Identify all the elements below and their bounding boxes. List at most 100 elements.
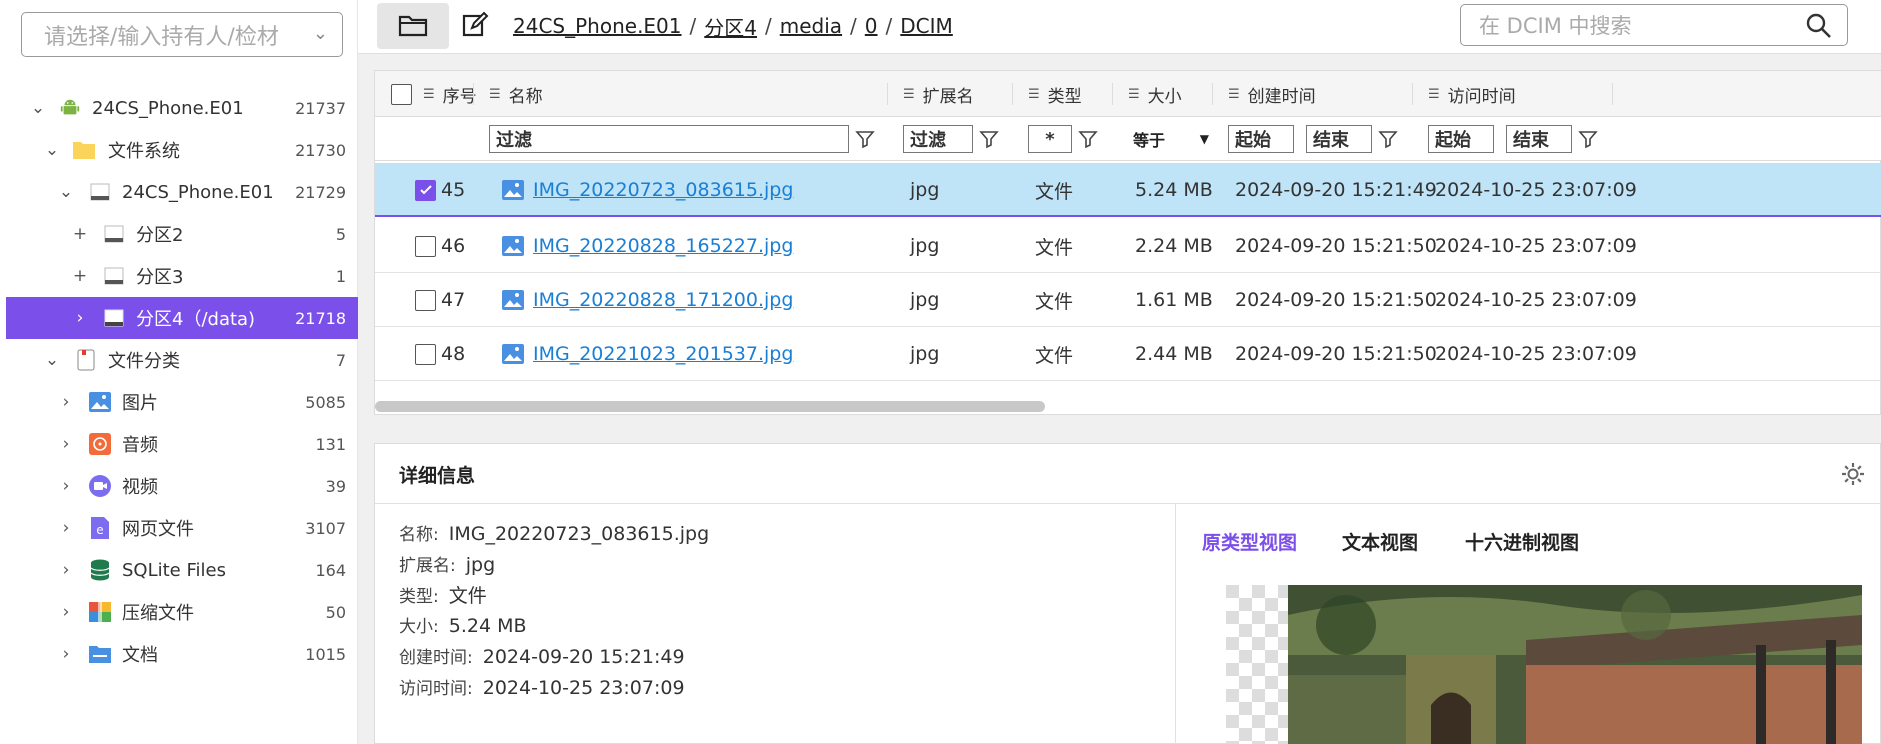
- plus-icon[interactable]: +: [70, 266, 90, 286]
- breadcrumb-item[interactable]: media: [780, 14, 842, 38]
- table-row[interactable]: 48 IMG_20221023_201537.jpg jpg 文件 2.44 M…: [375, 327, 1881, 381]
- edit-icon[interactable]: [461, 11, 489, 39]
- column-menu-icon: ☰: [1128, 86, 1140, 102]
- column-name[interactable]: ☰ 名称: [489, 71, 543, 117]
- search-input[interactable]: 在 DCIM 中搜索: [1460, 4, 1848, 46]
- column-divider: [1612, 83, 1613, 105]
- chevron-down-icon[interactable]: ⌄: [56, 182, 76, 202]
- column-label: 扩展名: [922, 86, 974, 107]
- column-label: 序号: [442, 86, 477, 107]
- tab-text-view[interactable]: 文本视图: [1342, 528, 1418, 555]
- folder-icon: [72, 138, 96, 162]
- owner-select-placeholder: 请选择/输入持有人/检材: [44, 24, 279, 50]
- tree-item-images[interactable]: › 图片 5085: [6, 381, 358, 423]
- file-name-link[interactable]: IMG_20221023_201537.jpg: [533, 327, 793, 381]
- row-checkbox[interactable]: [415, 343, 436, 365]
- row-type: 文件: [1035, 236, 1074, 259]
- accessed-start-input[interactable]: 起始: [1428, 125, 1494, 153]
- breadcrumb-item[interactable]: 24CS_Phone.E01: [513, 14, 682, 38]
- filter-icon[interactable]: [1578, 129, 1598, 149]
- panel-divider: [1175, 504, 1176, 744]
- column-index[interactable]: ☰ 序号: [423, 71, 477, 117]
- search-icon[interactable]: [1805, 12, 1833, 40]
- select-all-checkbox[interactable]: [391, 71, 412, 117]
- created-start-input[interactable]: 起始: [1228, 125, 1294, 153]
- plus-icon[interactable]: +: [70, 224, 90, 244]
- tree-item-audio[interactable]: › 音频 131: [6, 423, 358, 465]
- tree-item-label: 文件系统: [108, 141, 180, 162]
- chevron-right-icon[interactable]: ›: [70, 308, 90, 328]
- tree-item-sqlite[interactable]: › SQLite Files 164: [6, 549, 358, 591]
- horizontal-scrollbar[interactable]: [375, 401, 1045, 412]
- breadcrumb-separator: /: [885, 14, 893, 38]
- tree-item-filesystem[interactable]: ⌄ 文件系统 21730: [6, 129, 358, 171]
- breadcrumb-item[interactable]: DCIM: [900, 14, 953, 38]
- file-name-link[interactable]: IMG_20220828_165227.jpg: [533, 219, 793, 273]
- tree-item-partition3[interactable]: + 分区3 1: [6, 255, 358, 297]
- chevron-down-icon[interactable]: ⌄: [42, 140, 62, 160]
- chevron-down-icon[interactable]: ⌄: [28, 98, 48, 118]
- row-created: 2024-09-20 15:21:50: [1235, 235, 1437, 257]
- chevron-right-icon[interactable]: ›: [56, 434, 76, 454]
- filter-icon[interactable]: [855, 129, 875, 149]
- tree-item-device[interactable]: ⌄ 24CS_Phone.E01 21737: [6, 87, 358, 129]
- tree-item-file-categories[interactable]: ⌄ 文件分类 7: [6, 339, 358, 381]
- chevron-right-icon[interactable]: ›: [56, 476, 76, 496]
- chevron-right-icon[interactable]: ›: [56, 602, 76, 622]
- table-row[interactable]: 45 IMG_20220723_083615.jpg jpg 文件 5.24 M…: [375, 163, 1881, 217]
- created-end-input[interactable]: 结束: [1306, 125, 1372, 153]
- column-divider: [473, 83, 474, 105]
- file-name-link[interactable]: IMG_20220723_083615.jpg: [533, 163, 793, 217]
- chevron-right-icon[interactable]: ›: [56, 644, 76, 664]
- tree-item-documents[interactable]: › 文档 1015: [6, 633, 358, 675]
- row-checkbox[interactable]: [415, 235, 436, 257]
- filter-icon[interactable]: [1078, 129, 1098, 149]
- tree-item-label: 图片: [122, 393, 158, 414]
- category-icon: [74, 348, 98, 372]
- accessed-end-input[interactable]: 结束: [1506, 125, 1572, 153]
- name-filter-input[interactable]: 过滤: [489, 125, 849, 153]
- column-type[interactable]: ☰ 类型: [1028, 71, 1082, 117]
- table-header: ☰ 序号 ☰ 名称 ☰ 扩展名 ☰ 类型 ☰ 大小 ☰ 创建时间 ☰ 访问时间: [375, 71, 1881, 117]
- ext-filter-input[interactable]: 过滤: [903, 125, 973, 153]
- table-row[interactable]: 47 IMG_20220828_171200.jpg jpg 文件 1.61 M…: [375, 273, 1881, 327]
- row-checkbox[interactable]: [415, 179, 436, 201]
- filter-icon[interactable]: [979, 129, 999, 149]
- owner-select[interactable]: 请选择/输入持有人/检材 ⌄: [21, 12, 343, 57]
- chevron-down-icon[interactable]: ⌄: [42, 350, 62, 370]
- tree-item-archives[interactable]: › 压缩文件 50: [6, 591, 358, 633]
- filter-icon[interactable]: [1378, 129, 1398, 149]
- disk-icon: [88, 180, 112, 204]
- chevron-right-icon[interactable]: ›: [56, 392, 76, 412]
- breadcrumb-item[interactable]: 0: [865, 14, 878, 38]
- chevron-right-icon[interactable]: ›: [56, 518, 76, 538]
- size-operator-select[interactable]: 等于 ▼: [1133, 125, 1209, 153]
- breadcrumb-item[interactable]: 分区4: [704, 12, 757, 41]
- tree-item-partition2[interactable]: + 分区2 5: [6, 213, 358, 255]
- tab-hex-view[interactable]: 十六进制视图: [1465, 528, 1579, 555]
- row-created: 2024-09-20 15:21:50: [1235, 343, 1437, 365]
- tab-native-view[interactable]: 原类型视图: [1202, 528, 1297, 555]
- audio-icon: [88, 432, 112, 456]
- column-ext[interactable]: ☰ 扩展名: [903, 71, 974, 117]
- column-created[interactable]: ☰ 创建时间: [1228, 71, 1316, 117]
- file-name-link[interactable]: IMG_20220828_171200.jpg: [533, 273, 793, 327]
- open-folder-button[interactable]: [377, 3, 449, 49]
- tree-item-label: 分区3: [136, 267, 184, 288]
- row-index: 45: [441, 179, 466, 201]
- tree-item-label: 视频: [122, 477, 158, 498]
- column-accessed[interactable]: ☰ 访问时间: [1428, 71, 1516, 117]
- chevron-right-icon[interactable]: ›: [56, 560, 76, 580]
- tree-item-video[interactable]: › 视频 39: [6, 465, 358, 507]
- disk-icon: [102, 306, 126, 330]
- tree-item-label: 分区4（/data): [136, 309, 256, 330]
- tree-item-web-files[interactable]: › e 网页文件 3107: [6, 507, 358, 549]
- tree-item-image-file[interactable]: ⌄ 24CS_Phone.E01 21729: [6, 171, 358, 213]
- type-filter-input[interactable]: *: [1028, 125, 1072, 153]
- column-label: 名称: [508, 86, 543, 107]
- row-checkbox[interactable]: [415, 289, 436, 311]
- tree-item-partition4[interactable]: › 分区4（/data) 21718: [6, 297, 358, 339]
- gear-icon[interactable]: [1839, 460, 1867, 488]
- table-row[interactable]: 46 IMG_20220828_165227.jpg jpg 文件 2.24 M…: [375, 219, 1881, 273]
- column-size[interactable]: ☰ 大小: [1128, 71, 1182, 117]
